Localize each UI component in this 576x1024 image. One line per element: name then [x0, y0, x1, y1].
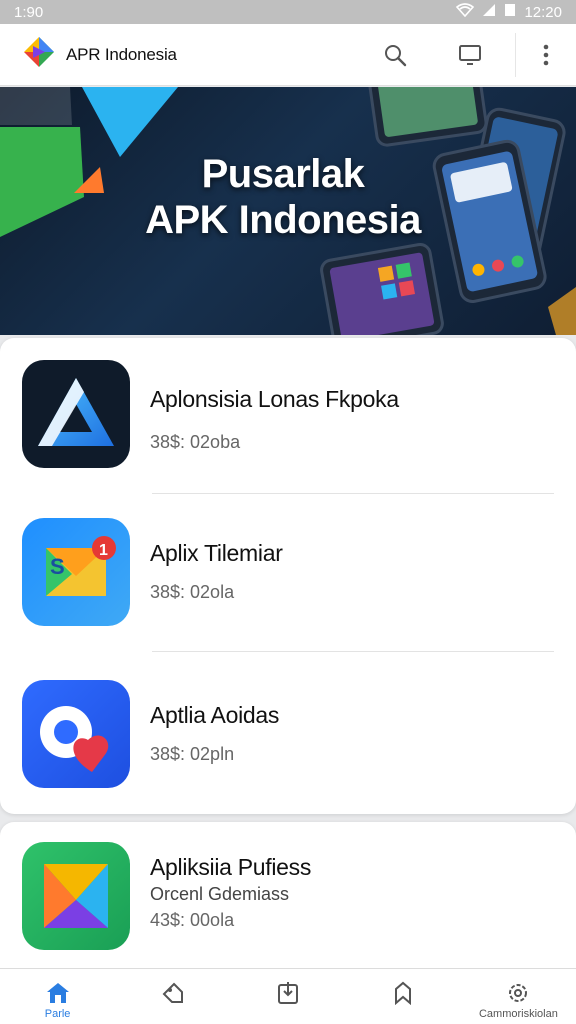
- app-subtitle: Orcenl Gdemiass: [150, 884, 290, 904]
- banner-title-line2: APK Indonesia: [145, 198, 421, 242]
- search-icon: [385, 45, 407, 67]
- list-item[interactable]: Aptlia Aoidas 38$: 02pln: [0, 668, 576, 818]
- status-time-right: 12:20: [524, 3, 562, 21]
- app-actions: [365, 24, 576, 86]
- app-title: APR Indonesia: [66, 44, 177, 64]
- list-item[interactable]: Apliksiia Pufiess Orcenl Gdemiass 43$: 0…: [0, 832, 576, 982]
- app-name: Aptlia Aoidas: [150, 702, 280, 728]
- banner-title-line1: Pusarlak: [201, 152, 365, 196]
- nav-home-label: Parle: [44, 1008, 71, 1020]
- app-icon: [22, 842, 130, 950]
- app-logo-icon: [22, 35, 56, 74]
- more-vertical-icon: [543, 44, 549, 66]
- status-icons: 12:20: [456, 3, 562, 21]
- app-bar: APR Indonesia: [0, 24, 576, 86]
- app-meta: 38$: 02pln: [150, 744, 235, 764]
- list-item[interactable]: Aplonsisia Lonas Fkpoka 38$: 02oba: [0, 348, 576, 498]
- status-bar: 1:90 12:20: [0, 0, 576, 24]
- settings-icon: [509, 984, 528, 1002]
- search-button[interactable]: [365, 24, 425, 86]
- screen-icon: [459, 45, 481, 65]
- nav-tag[interactable]: [115, 969, 230, 1024]
- row-divider: [152, 651, 554, 652]
- nav-bookmark[interactable]: [346, 969, 461, 1024]
- svg-text:1: 1: [99, 542, 108, 559]
- app-meta: 43$: 00ola: [150, 910, 235, 930]
- row-divider: [152, 493, 554, 494]
- nav-download[interactable]: [230, 969, 345, 1024]
- nav-home[interactable]: Parle: [0, 969, 115, 1024]
- svg-text:S: S: [50, 554, 65, 579]
- tag-icon: [162, 982, 183, 1003]
- signal-icon: [482, 3, 496, 21]
- more-button[interactable]: [516, 24, 576, 86]
- heart-chat-logo-icon: [40, 706, 109, 772]
- app-name: Apliksiia Pufiess: [150, 854, 312, 880]
- app-meta: 38$: 02ola: [150, 582, 235, 602]
- app-name: Aplix Tilemiar: [150, 540, 283, 566]
- home-icon: [46, 983, 69, 1003]
- app-list-card: Aplonsisia Lonas Fkpoka 38$: 02oba S 1 A…: [0, 338, 576, 814]
- app-name: Aplonsisia Lonas Fkpoka: [150, 386, 399, 412]
- app-icon: S 1: [22, 518, 130, 626]
- battery-icon: [504, 3, 516, 21]
- bottom-navigation: Parle Cammoriskiolan: [0, 968, 576, 1024]
- app-icon: [22, 360, 130, 468]
- bookmark-icon: [395, 981, 412, 1005]
- app-icon: [22, 680, 130, 788]
- wifi-icon: [456, 3, 475, 21]
- nav-settings[interactable]: Cammoriskiolan: [461, 969, 576, 1024]
- nav-settings-label: Cammoriskiolan: [478, 1008, 558, 1020]
- triangle-logo-icon: [38, 378, 114, 446]
- status-time-left: 1:90: [14, 3, 44, 21]
- banner-title: Pusarlak APK Indonesia: [118, 151, 448, 243]
- app-meta: 38$: 02oba: [150, 432, 241, 452]
- mail-logo-icon: S 1: [46, 536, 116, 596]
- hero-banner[interactable]: Pusarlak APK Indonesia: [0, 87, 576, 335]
- list-item[interactable]: S 1 Aplix Tilemiar 38$: 02ola: [0, 506, 576, 656]
- download-icon: [278, 982, 298, 1004]
- cast-button[interactable]: [425, 24, 515, 86]
- play-logo-icon: [44, 864, 108, 928]
